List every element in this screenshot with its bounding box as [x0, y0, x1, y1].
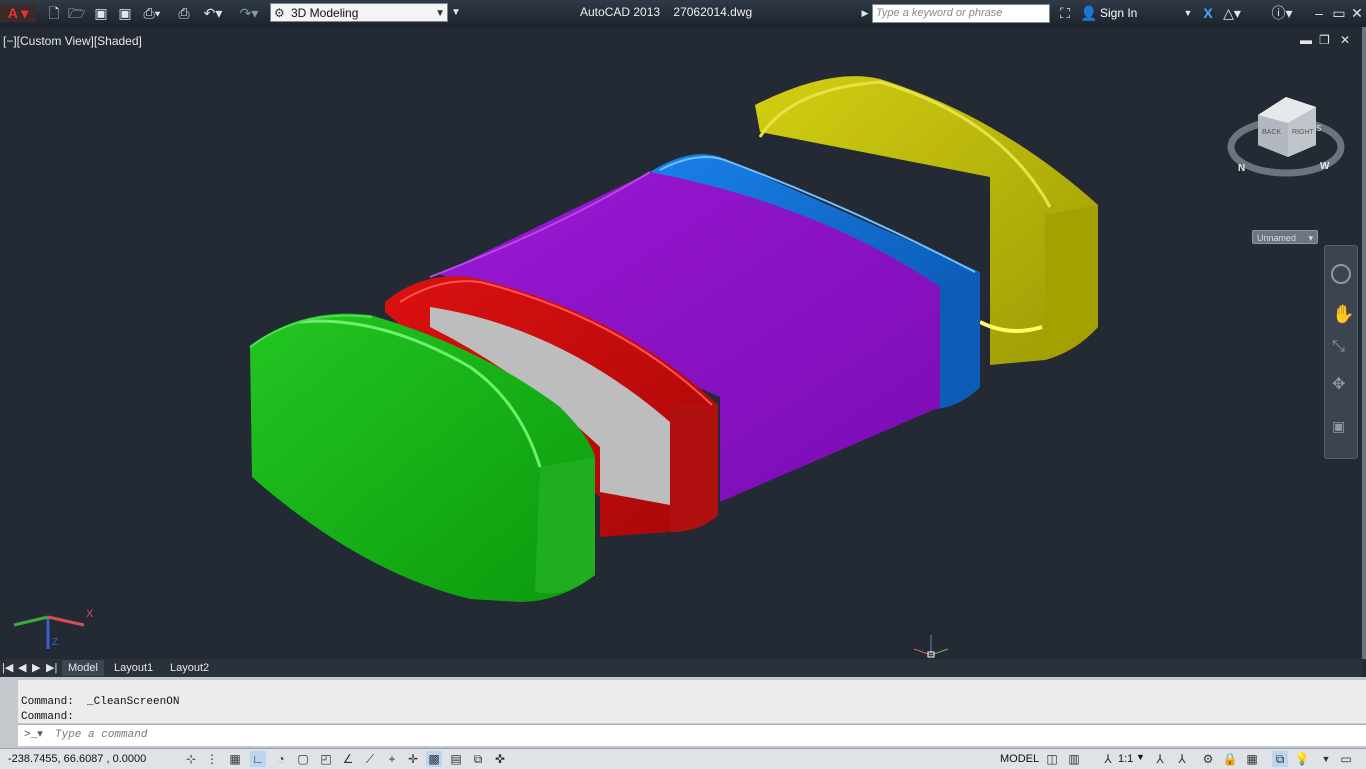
status-bar: -238.7455, 66.6087 , 0.0000 ⊹ ⋮ ▦ ∟ ◔ ▢ …: [0, 748, 1366, 769]
compass-s: S: [1316, 124, 1321, 133]
autodesk-360-icon[interactable]: △▾: [1222, 4, 1242, 22]
auto-scale-icon[interactable]: ⅄: [1174, 751, 1190, 767]
command-area: Command: _CleanScreenON Command: >_▾ Typ…: [0, 677, 1366, 748]
snap-mode-icon[interactable]: ⋮: [204, 751, 220, 767]
dynamic-ucs-icon[interactable]: ⟋: [362, 751, 378, 767]
showmotion-icon[interactable]: ▣: [1332, 418, 1345, 435]
command-input-placeholder: Type a command: [55, 729, 148, 741]
command-prompt-icon: >_▾: [24, 729, 43, 741]
viewcube-right-face: RIGHT: [1292, 129, 1315, 136]
tab-prev-icon[interactable]: ◀: [16, 660, 28, 676]
lock-icon[interactable]: 🔒: [1222, 751, 1238, 767]
app-name: AutoCAD 2013: [580, 5, 661, 19]
open-icon[interactable]: 🗁: [68, 4, 85, 22]
drawing-viewport[interactable]: [−][Custom View][Shaded] ▬ ❐ ✕ BACK RIGH…: [0, 27, 1362, 659]
quick-view-layouts-icon[interactable]: ◫: [1044, 751, 1060, 767]
binoculars-icon[interactable]: ⛶: [1056, 4, 1074, 22]
chevron-down-icon[interactable]: ▼: [1136, 752, 1145, 762]
object-snap-tracking-icon[interactable]: ∠: [340, 751, 356, 767]
workspace-select[interactable]: ⚙ 3D Modeling ▼: [270, 3, 448, 22]
exchange-icon[interactable]: X: [1200, 4, 1216, 22]
chevron-down-icon: ▼: [435, 8, 445, 19]
status-menu-icon[interactable]: ▼: [1318, 751, 1334, 767]
save-icon[interactable]: ▣: [93, 4, 109, 22]
search-input[interactable]: Type a keyword or phrase: [872, 4, 1050, 23]
tab-last-icon[interactable]: ▶|: [44, 660, 59, 676]
command-input[interactable]: >_▾ Type a command: [18, 724, 1366, 746]
annotation-scale-icon: ⅄: [1104, 752, 1112, 766]
ucs-menu-button[interactable]: Unnamed ▾: [1252, 230, 1318, 244]
tab-model[interactable]: Model: [62, 660, 104, 676]
command-history: Command: _CleanScreenON Command:: [18, 680, 1366, 723]
coordinates-readout[interactable]: -238.7455, 66.6087 , 0.0000: [8, 753, 146, 765]
user-icon[interactable]: 👤: [1080, 4, 1097, 22]
navigation-bar: ✋ ⤡ ✥ ▣: [1324, 245, 1358, 459]
publish-icon[interactable]: ⎙▾: [142, 4, 162, 22]
ucs-x-label: X: [86, 608, 94, 620]
quick-properties-icon[interactable]: ▤: [448, 751, 464, 767]
annotation-monitor-icon[interactable]: ✜: [492, 751, 508, 767]
workspace-switching-icon[interactable]: ⚙: [1200, 751, 1216, 767]
new-icon[interactable]: 🗋: [46, 4, 62, 22]
quick-view-drawings-icon[interactable]: ▥: [1066, 751, 1082, 767]
window-title: AutoCAD 2013 27062014.dwg: [580, 5, 752, 19]
command-history-line: Command:: [21, 711, 74, 723]
pan-icon[interactable]: ✋: [1332, 304, 1354, 325]
customize-quick-access-icon[interactable]: ▼: [450, 4, 462, 22]
model-space-button[interactable]: MODEL: [1000, 753, 1039, 765]
search-expand-icon[interactable]: ▶: [860, 4, 870, 22]
dynamic-input-icon[interactable]: +: [384, 751, 400, 767]
annotation-visibility-icon[interactable]: ⅄: [1152, 751, 1168, 767]
compass-w: W: [1320, 161, 1330, 172]
3d-model-canvas: BACK RIGHT N W S X Z: [13, 76, 1345, 658]
close-icon[interactable]: ✕: [1350, 4, 1364, 22]
app-menu-button[interactable]: A ▾: [0, 4, 36, 22]
compass-n: N: [1238, 163, 1245, 174]
ucs-icon: [13, 615, 85, 649]
cursor-crosshair: [913, 635, 949, 658]
undo-icon[interactable]: ↶▾: [200, 4, 226, 22]
3d-object-snap-icon[interactable]: ◰: [318, 751, 334, 767]
tab-next-icon[interactable]: ▶: [30, 660, 42, 676]
object-snap-icon[interactable]: ▢: [295, 751, 311, 767]
hardware-acceleration-icon[interactable]: ▦: [1244, 751, 1260, 767]
sign-in-dropdown-icon[interactable]: ▼: [1183, 4, 1193, 22]
grid-display-icon[interactable]: ▦: [227, 751, 243, 767]
ortho-mode-icon[interactable]: ∟: [250, 751, 266, 767]
plot-icon[interactable]: ⎙: [176, 4, 192, 22]
tab-layout2[interactable]: Layout2: [164, 660, 215, 676]
file-name: 27062014.dwg: [673, 5, 753, 19]
layout-tabs-bar: |◀ ◀ ▶ ▶| Model Layout1 Layout2: [0, 659, 1362, 677]
transparency-icon[interactable]: ▩: [426, 751, 442, 767]
title-bar: A ▾ 🗋 🗁 ▣ ▣ ⎙▾ ⎙ ↶▾ ↷▾ ⚙ 3D Modeling ▼ ▼…: [0, 0, 1366, 27]
sign-in-button[interactable]: Sign In: [1100, 6, 1137, 20]
save-as-icon[interactable]: ▣: [117, 4, 133, 22]
ucs-z-label: Z: [52, 637, 58, 648]
orbit-icon[interactable]: ✥: [1332, 374, 1345, 394]
polar-tracking-icon[interactable]: ◔: [273, 751, 289, 767]
viewcube-back-face: BACK: [1262, 129, 1281, 136]
lightbulb-icon[interactable]: 💡: [1294, 751, 1310, 767]
annotation-scale-value[interactable]: 1:1: [1118, 753, 1133, 765]
tab-first-icon[interactable]: |◀: [0, 660, 15, 676]
lineweight-icon[interactable]: ✛: [405, 751, 421, 767]
workspace-label: 3D Modeling: [291, 6, 359, 20]
chevron-down-icon: ▾: [1308, 233, 1313, 243]
steering-wheel-icon[interactable]: [1331, 264, 1351, 284]
ucs-menu-label: Unnamed: [1257, 233, 1297, 243]
help-icon[interactable]: ⓘ▾: [1268, 4, 1296, 22]
redo-icon[interactable]: ↷▾: [236, 4, 262, 22]
clean-screen-icon[interactable]: ▭: [1338, 751, 1354, 767]
viewport-scrollbar[interactable]: [1362, 27, 1366, 659]
minimize-icon[interactable]: –: [1312, 4, 1326, 22]
selection-cycling-icon[interactable]: ⧉: [470, 751, 486, 767]
maximize-icon[interactable]: ▭: [1332, 4, 1346, 22]
isolate-objects-icon[interactable]: ⧉: [1272, 751, 1288, 767]
gear-icon: ⚙: [274, 6, 285, 20]
command-history-line: Command: _CleanScreenON: [21, 696, 180, 708]
tab-layout1[interactable]: Layout1: [108, 660, 159, 676]
zoom-extents-icon[interactable]: ⤡: [1332, 338, 1345, 356]
infer-constraints-icon[interactable]: ⊹: [183, 751, 199, 767]
